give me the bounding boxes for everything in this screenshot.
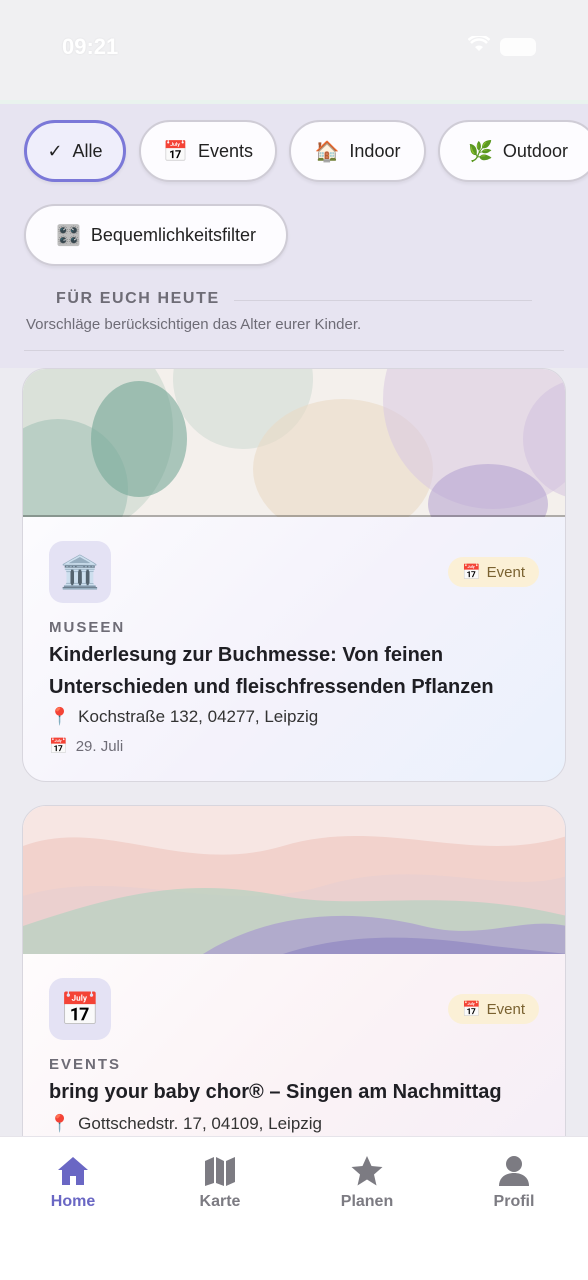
card-title[interactable]: bring your baby chor® – Singen am Nachmi…	[49, 1076, 539, 1108]
pin-icon: 📍	[49, 1114, 71, 1133]
card-category: MUSEEN	[49, 619, 126, 636]
badge-label: Event	[486, 1000, 525, 1018]
address-text: Gottschedstr. 17, 04109, Leipzig	[78, 1114, 322, 1133]
date-text: 29. Juli	[75, 737, 124, 755]
section-heading: FÜR EUCH HEUTE	[56, 290, 220, 307]
status-icons	[467, 34, 536, 57]
nav-home[interactable]: Home	[13, 1155, 133, 1211]
filter-chip-label: Bequemlichkeitsfilter	[90, 224, 256, 245]
card-date: 📅 29. Juli	[49, 737, 124, 756]
calendar-icon: 📅	[49, 738, 68, 755]
calendar-icon: 📅	[49, 978, 111, 1040]
filter-chip-label: Indoor	[349, 140, 401, 161]
nav-profile-label: Profil	[493, 1193, 535, 1210]
nav-home-label: Home	[50, 1193, 96, 1210]
bottom-navigation: Home Karte Planen Profil	[0, 1136, 588, 1280]
filter-chip-label: Events	[197, 140, 253, 161]
filter-chip-events[interactable]: 📅 Events	[139, 120, 277, 182]
section-bottom-divider	[24, 350, 564, 351]
card-address: 📍 Gottschedstr. 17, 04109, Leipzig	[49, 1114, 322, 1134]
nav-map[interactable]: Karte	[160, 1155, 280, 1211]
map-icon	[205, 1157, 235, 1186]
person-icon	[499, 1156, 529, 1186]
filter-chip-comfort[interactable]: 🎛️ Bequemlichkeitsfilter	[24, 204, 288, 266]
nav-profile[interactable]: Profil	[454, 1155, 574, 1211]
home-icon	[58, 1157, 88, 1185]
status-time: 09:21	[62, 34, 119, 59]
filter-chip-outdoor[interactable]: 🌿 Outdoor	[438, 120, 588, 182]
event-badge: 📅 Event	[447, 994, 539, 1024]
museum-icon: 🏛️	[49, 541, 111, 603]
calendar-icon: 📅	[461, 564, 481, 581]
feed[interactable]: 🏛️ 📅 Event MUSEEN Kinderlesung zur Buchm…	[0, 368, 588, 1138]
nav-map-label: Karte	[199, 1193, 241, 1210]
status-bar: 09:21	[0, 0, 588, 100]
filter-area: ✓ Alle 📅 Events 🏠 Indoor 🌿 Outdoor 🎛️ Be…	[0, 100, 588, 368]
address-text: Kochstraße 132, 04277, Leipzig	[78, 707, 319, 726]
control-knobs-icon: 🎛️	[56, 224, 81, 247]
card-category: EVENTS	[49, 1056, 122, 1073]
nav-plan[interactable]: Planen	[307, 1155, 427, 1211]
nav-plan-label: Planen	[340, 1193, 394, 1210]
event-card[interactable]: 🏛️ 📅 Event MUSEEN Kinderlesung zur Buchm…	[22, 368, 566, 782]
calendar-icon: 📅	[461, 1001, 481, 1018]
wifi-icon	[467, 34, 491, 57]
section-divider	[234, 300, 532, 301]
checkmark-icon: ✓	[47, 140, 63, 161]
house-icon: 🏠	[314, 140, 340, 163]
filter-chip-label: Alle	[72, 140, 103, 161]
filter-chip-alle[interactable]: ✓ Alle	[24, 120, 126, 182]
filter-chip-indoor[interactable]: 🏠 Indoor	[289, 120, 426, 182]
calendar-icon: 📅	[163, 140, 188, 163]
leaf-icon: 🌿	[468, 140, 493, 163]
event-badge: 📅 Event	[447, 557, 539, 587]
card-banner-image	[23, 806, 565, 954]
star-icon	[351, 1156, 383, 1186]
event-card[interactable]: 📅 📅 Event EVENTS bring your baby chor® –…	[22, 805, 566, 1138]
badge-label: Event	[486, 563, 525, 581]
battery-icon	[500, 37, 536, 56]
pin-icon: 📍	[49, 707, 71, 726]
card-address: 📍 Kochstraße 132, 04277, Leipzig	[49, 707, 318, 727]
card-banner-image	[23, 369, 565, 517]
filter-chip-label: Outdoor	[502, 140, 568, 161]
section-subtitle: Vorschläge berücksichtigen das Alter eur…	[26, 316, 362, 333]
card-title[interactable]: Kinderlesung zur Buchmesse: Von feinen U…	[49, 639, 539, 703]
